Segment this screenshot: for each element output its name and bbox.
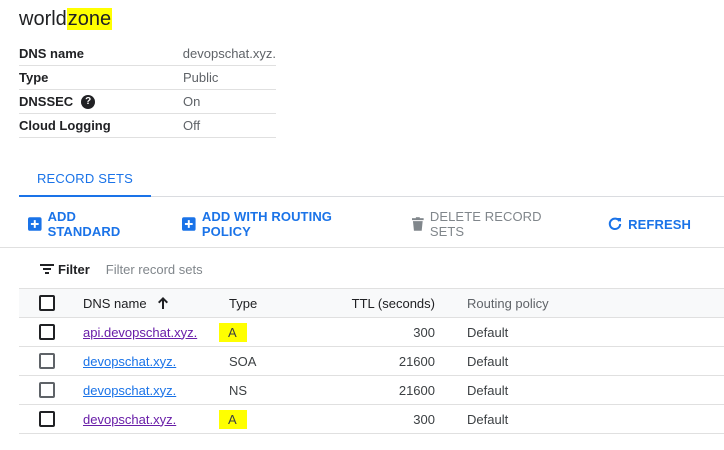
delete-record-sets-button[interactable]: DELETE RECORD SETS: [412, 209, 575, 239]
zone-details: DNS name devopschat.xyz. Type Public DNS…: [19, 42, 276, 138]
toolbar: ADD STANDARD ADD WITH ROUTING POLICY DEL…: [28, 209, 724, 239]
dns-name-link[interactable]: devopschat.xyz.: [83, 383, 176, 398]
routing-policy-cell: Default: [467, 324, 509, 340]
routing-policy-cell: Default: [467, 411, 509, 427]
detail-key: DNSSEC: [19, 94, 74, 109]
detail-row-dns-name: DNS name devopschat.xyz.: [19, 42, 276, 66]
row-checkbox[interactable]: [39, 411, 55, 427]
add-box-icon: [182, 217, 196, 231]
detail-key: Type: [19, 70, 49, 85]
detail-value: devopschat.xyz.: [182, 46, 276, 61]
table-header: DNS name Type TTL (seconds) Routing poli…: [19, 288, 724, 318]
column-header-routing-policy[interactable]: Routing policy: [435, 296, 549, 311]
detail-value: Off: [183, 118, 201, 133]
refresh-button[interactable]: REFRESH: [608, 217, 691, 232]
table-row: devopschat.xyz. NS 21600 Default: [19, 376, 724, 405]
tab-bar: RECORD SETS: [19, 165, 724, 197]
row-select-cell: [19, 411, 83, 427]
detail-key-dnssec: DNSSEC ?: [19, 94, 183, 109]
type-cell: A: [219, 409, 319, 429]
delete-record-sets-label: DELETE RECORD SETS: [429, 209, 542, 239]
arrow-up-icon: [157, 296, 169, 310]
type-cell: A: [219, 322, 319, 342]
row-checkbox[interactable]: [39, 382, 55, 398]
type-value-highlighted: A: [219, 409, 247, 429]
row-select-cell: [19, 324, 83, 340]
detail-row-cloud-logging: Cloud Logging Off: [19, 114, 276, 138]
column-header-type[interactable]: Type: [229, 296, 319, 311]
dns-name-link[interactable]: api.devopschat.xyz.: [83, 325, 197, 340]
add-standard-button[interactable]: ADD STANDARD: [28, 209, 149, 239]
refresh-label: REFRESH: [628, 216, 691, 232]
row-checkbox[interactable]: [39, 324, 55, 340]
refresh-icon: [609, 217, 622, 230]
detail-value: On: [183, 94, 201, 109]
routing-policy-cell: Default: [467, 353, 509, 369]
zone-title-highlight: zone: [66, 8, 113, 30]
add-routing-policy-label: ADD WITH ROUTING POLICY: [201, 209, 333, 239]
dns-name-cell: devopschat.xyz.: [83, 354, 229, 369]
column-header-dns-name[interactable]: DNS name: [83, 296, 229, 311]
table-row: devopschat.xyz. A 300 Default: [19, 405, 724, 434]
detail-key: Cloud Logging: [19, 118, 111, 133]
zone-title-text: world: [19, 8, 67, 30]
filter-label: Filter: [58, 261, 90, 277]
help-icon[interactable]: ?: [81, 94, 96, 109]
record-sets-table: DNS name Type TTL (seconds) Routing poli…: [19, 288, 724, 434]
ttl-cell: 21600: [398, 353, 435, 369]
table-row: devopschat.xyz. SOA 21600 Default: [19, 347, 724, 376]
dns-name-cell: api.devopschat.xyz.: [83, 325, 229, 340]
row-checkbox[interactable]: [39, 353, 55, 369]
trash-icon: [412, 217, 424, 231]
type-cell: NS: [229, 382, 248, 398]
dns-name-cell: devopschat.xyz.: [83, 383, 229, 398]
row-select-cell: [19, 382, 83, 398]
filter-icon[interactable]: [40, 263, 54, 275]
dns-name-link[interactable]: devopschat.xyz.: [83, 354, 176, 369]
table-row: api.devopschat.xyz. A 300 Default: [19, 318, 724, 347]
detail-row-type: Type Public: [19, 66, 276, 90]
select-all-cell: [19, 295, 83, 311]
add-box-icon: [28, 217, 42, 231]
dns-name-link[interactable]: devopschat.xyz.: [83, 412, 176, 427]
routing-policy-cell: Default: [467, 382, 509, 398]
add-standard-label: ADD STANDARD: [47, 209, 121, 239]
ttl-cell: 21600: [398, 382, 435, 398]
ttl-cell: 300: [413, 411, 435, 427]
add-routing-policy-button[interactable]: ADD WITH ROUTING POLICY: [182, 209, 379, 239]
ttl-cell: 300: [413, 324, 435, 340]
zone-title: worldzone: [19, 7, 113, 31]
tab-record-sets[interactable]: RECORD SETS: [19, 165, 151, 197]
select-all-checkbox[interactable]: [39, 295, 55, 311]
type-value-highlighted: A: [219, 322, 247, 342]
column-dns-name-label: DNS name: [83, 295, 147, 311]
dns-name-cell: devopschat.xyz.: [83, 412, 229, 427]
row-select-cell: [19, 353, 83, 369]
filter-input[interactable]: [105, 261, 306, 277]
column-header-ttl[interactable]: TTL (seconds): [319, 296, 435, 311]
detail-key: DNS name: [19, 46, 85, 61]
filter-bar: Filter: [40, 258, 306, 280]
detail-row-dnssec: DNSSEC ? On: [19, 90, 276, 114]
toolbar-divider: [0, 247, 724, 248]
detail-value: Public: [183, 70, 219, 85]
type-cell: SOA: [229, 353, 257, 369]
